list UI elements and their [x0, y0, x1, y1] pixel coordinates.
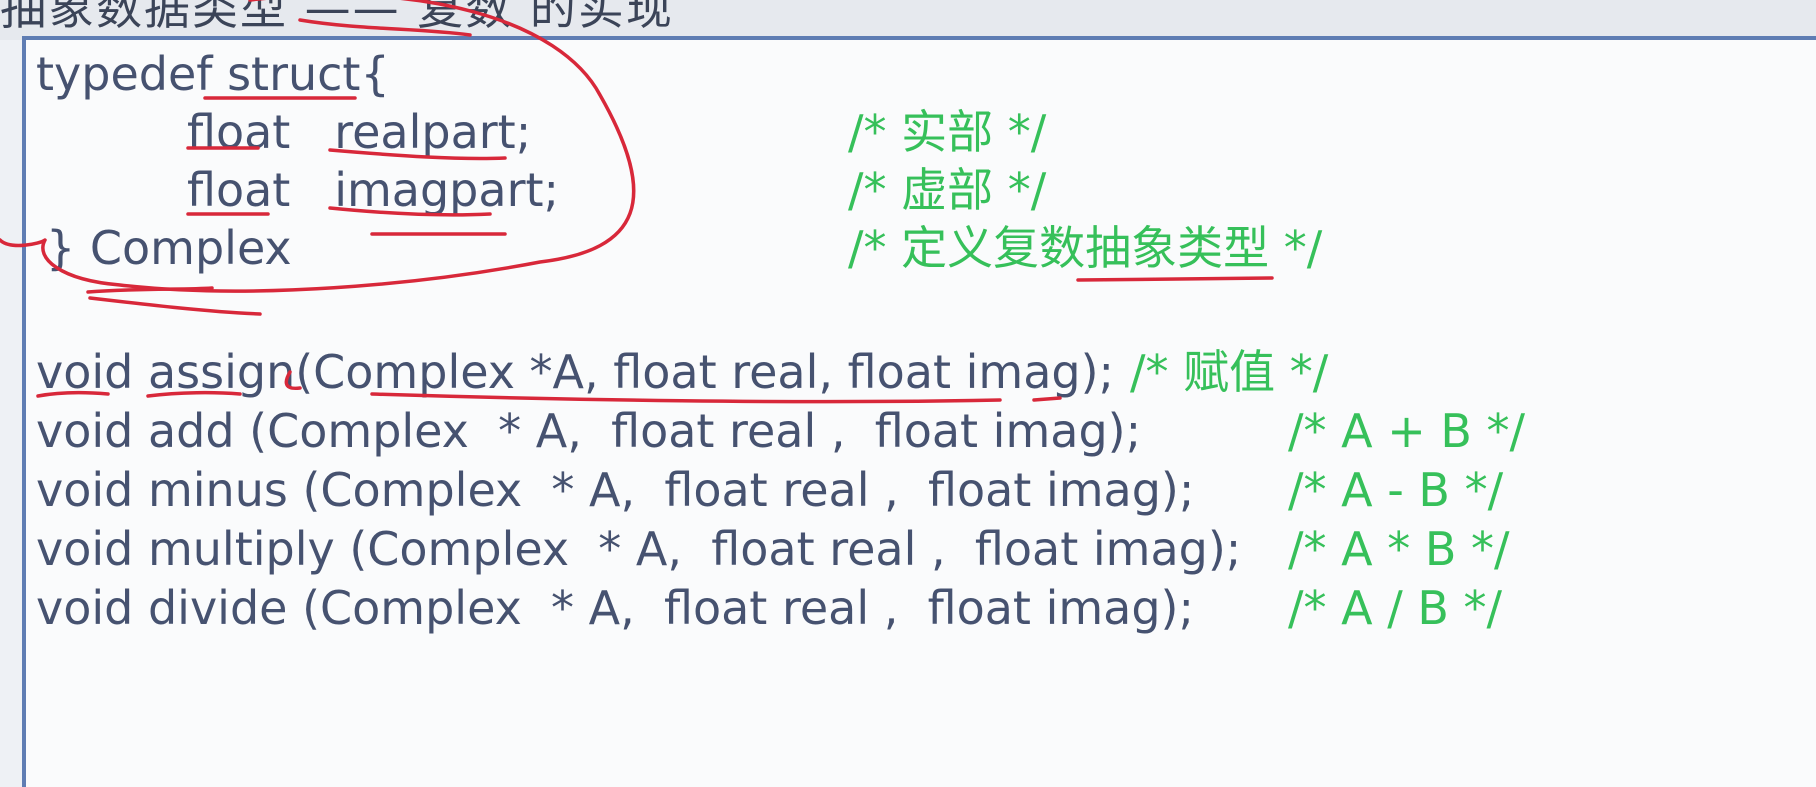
- code-line-add: void add (Complex * A, float real , floa…: [36, 404, 1142, 458]
- code-line-imagpart: float imagpart;: [187, 163, 560, 217]
- comment-divide: /* A / B */: [1288, 581, 1503, 635]
- code-line-minus: void minus (Complex * A, float real , fl…: [36, 463, 1195, 517]
- code-line-typedef: typedef struct{: [36, 47, 390, 101]
- comment-minus: /* A - B */: [1288, 463, 1504, 517]
- code-line-assign: void assign(Complex *A, float real, floa…: [36, 345, 1115, 399]
- code-line-realpart: float realpart;: [187, 105, 532, 159]
- comment-realpart: /* 实部 */: [848, 105, 1047, 159]
- code-line-multiply: void multiply (Complex * A, float real ,…: [36, 522, 1242, 576]
- slide-page: 抽象数据类型 —— 复数 的实现 typedef struct{ float r…: [0, 0, 1816, 787]
- comment-imagpart: /* 虚部 */: [848, 163, 1047, 217]
- code-line-divide: void divide (Complex * A, float real , f…: [36, 581, 1194, 635]
- comment-multiply: /* A * B */: [1288, 522, 1510, 576]
- slide-title-cut: 抽象数据类型 —— 复数 的实现: [0, 0, 674, 35]
- comment-complex: /* 定义复数抽象类型 */: [848, 221, 1323, 275]
- comment-add: /* A + B */: [1288, 404, 1526, 458]
- comment-assign: /* 赋值 */: [1130, 345, 1329, 399]
- code-line-complex: } Complex: [46, 221, 292, 275]
- slide-title-strip: 抽象数据类型 —— 复数 的实现: [0, 0, 1816, 40]
